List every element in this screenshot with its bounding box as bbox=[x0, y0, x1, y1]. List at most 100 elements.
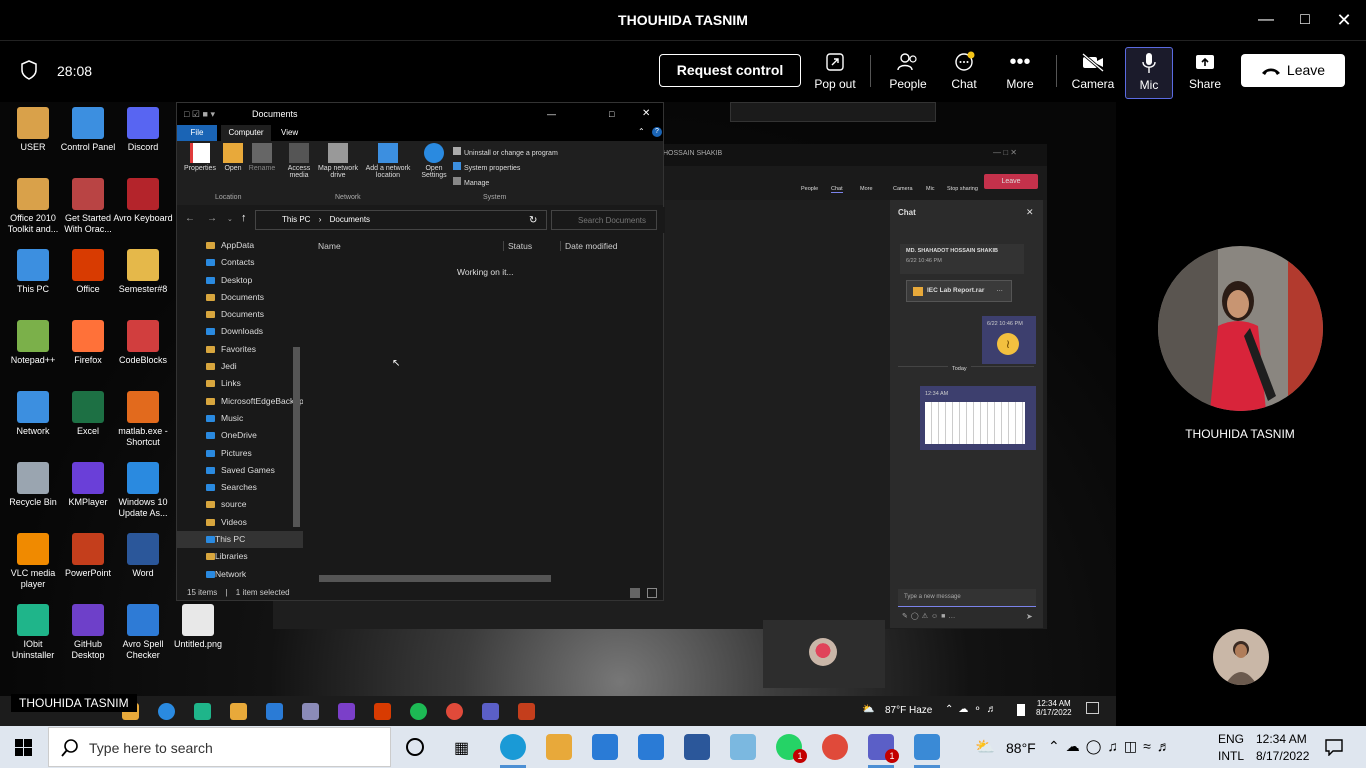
inner-more[interactable]: More bbox=[860, 186, 873, 192]
explorer-maximize-button[interactable]: □ bbox=[609, 103, 614, 125]
nav-item[interactable]: source bbox=[177, 496, 303, 513]
explorer-close-button[interactable]: ✕ bbox=[642, 103, 650, 125]
windows-start-icon[interactable] bbox=[15, 739, 32, 756]
inner-people[interactable]: People bbox=[801, 186, 818, 192]
system-tray-icons[interactable]: ⌃☁◯♫◫≈♬ bbox=[1048, 738, 1177, 755]
collapse-ribbon-icon[interactable]: ⌃ bbox=[638, 127, 645, 136]
nav-scrollbar-thumb[interactable] bbox=[293, 347, 300, 527]
file-explorer-taskbar-icon[interactable] bbox=[546, 734, 572, 760]
desktop-icon[interactable]: Get Started With Orac... bbox=[58, 178, 118, 235]
desktop-icon[interactable]: Discord bbox=[113, 107, 173, 153]
nav-item[interactable]: Saved Games bbox=[177, 462, 303, 479]
desktop-icon[interactable]: PowerPoint bbox=[58, 533, 118, 579]
language-secondary[interactable]: INTL bbox=[1218, 749, 1244, 763]
recent-dropdown-icon[interactable]: ⌄ bbox=[227, 215, 233, 223]
desktop-icon[interactable]: Windows 10 Update As... bbox=[113, 462, 173, 519]
camera-button[interactable]: Camera bbox=[1065, 47, 1121, 99]
nav-item[interactable]: Network bbox=[177, 566, 303, 583]
nav-item[interactable]: Jedi bbox=[177, 358, 303, 375]
close-button[interactable]: ✕ bbox=[1332, 8, 1356, 32]
nav-item[interactable]: Documents bbox=[177, 289, 303, 306]
file-more-icon[interactable]: … bbox=[997, 286, 1004, 293]
pop-out-button[interactable]: Pop out bbox=[807, 47, 863, 99]
desktop-icon[interactable]: Office 2010 Toolkit and... bbox=[3, 178, 63, 235]
horizontal-scrollbar-thumb[interactable] bbox=[319, 575, 551, 582]
inner-powerpoint-icon[interactable] bbox=[518, 703, 535, 720]
clock-time[interactable]: 12:34 AM bbox=[1256, 732, 1307, 746]
inner-spotify-icon[interactable] bbox=[410, 703, 427, 720]
inner-leave-button[interactable]: Leave bbox=[984, 174, 1038, 189]
details-view-icon[interactable] bbox=[630, 588, 640, 598]
maximize-button[interactable]: □ bbox=[1293, 8, 1317, 32]
inner-visual-studio-icon[interactable] bbox=[338, 703, 355, 720]
add-network-location-button[interactable]: Add a network location bbox=[361, 143, 415, 179]
leave-button[interactable]: Leave bbox=[1241, 54, 1345, 87]
more-button[interactable]: ••• More bbox=[992, 47, 1048, 99]
properties-button[interactable]: Properties bbox=[181, 143, 219, 172]
inner-mail-icon[interactable] bbox=[266, 703, 283, 720]
nav-item[interactable]: Videos bbox=[177, 514, 303, 531]
refresh-icon[interactable]: ↻ bbox=[529, 215, 537, 226]
tab-file[interactable]: File bbox=[177, 125, 217, 141]
nav-item[interactable]: This PC bbox=[177, 531, 303, 549]
inner-mic[interactable]: Mic bbox=[926, 186, 935, 192]
desktop-icon[interactable]: Avro Keyboard bbox=[113, 178, 173, 224]
desktop-icon[interactable]: Untitled.png bbox=[168, 604, 228, 650]
tab-computer[interactable]: Computer bbox=[221, 125, 271, 141]
mic-button[interactable]: Mic bbox=[1125, 47, 1173, 99]
desktop-icon[interactable]: Avro Spell Checker bbox=[113, 604, 173, 661]
inner-camera-icon[interactable] bbox=[302, 703, 319, 720]
photos-taskbar-icon[interactable] bbox=[914, 734, 940, 768]
open-settings-button[interactable]: Open Settings bbox=[419, 143, 449, 179]
desktop-icon[interactable]: Semester#8 bbox=[113, 249, 173, 295]
inner-notification-icon[interactable] bbox=[1086, 702, 1099, 714]
compose-toolbar-icons[interactable]: ✎◯⚠☺■… bbox=[902, 612, 958, 620]
inner-store-icon[interactable] bbox=[230, 703, 247, 720]
teams-taskbar-icon[interactable]: 1 bbox=[868, 734, 899, 768]
nav-item[interactable]: Contacts bbox=[177, 254, 303, 271]
task-view-icon[interactable]: ▦ bbox=[454, 738, 469, 758]
column-status[interactable]: Status bbox=[503, 241, 532, 251]
explorer-minimize-button[interactable]: — bbox=[547, 103, 556, 125]
inner-camera[interactable]: Camera bbox=[893, 186, 913, 192]
back-arrow-icon[interactable]: ← bbox=[185, 213, 195, 224]
desktop-icon[interactable]: Word bbox=[113, 533, 173, 579]
nav-item[interactable]: Desktop bbox=[177, 272, 303, 289]
address-bar[interactable]: This PC › Documents bbox=[255, 210, 547, 230]
system-properties-button[interactable]: System properties bbox=[453, 162, 520, 172]
edge-taskbar-icon[interactable] bbox=[500, 734, 526, 768]
nav-item[interactable]: OneDrive bbox=[177, 427, 303, 444]
request-control-button[interactable]: Request control bbox=[659, 54, 801, 87]
inner-stop-sharing[interactable]: Stop sharing bbox=[947, 186, 978, 192]
mail-taskbar-icon[interactable] bbox=[638, 734, 664, 760]
share-button[interactable]: Share bbox=[1177, 47, 1233, 99]
chat-file-attachment[interactable]: IEC Lab Report.rar … bbox=[906, 280, 1012, 302]
help-icon[interactable]: ? bbox=[652, 127, 662, 137]
breadcrumb-this-pc[interactable]: This PC bbox=[282, 215, 310, 224]
nav-item[interactable]: Documents bbox=[177, 306, 303, 323]
cortana-icon[interactable] bbox=[406, 738, 424, 756]
desktop-icon[interactable]: KMPlayer bbox=[58, 462, 118, 508]
desktop-icon[interactable]: Notepad++ bbox=[3, 320, 63, 366]
desktop-icon[interactable]: Excel bbox=[58, 391, 118, 437]
nav-item[interactable]: Downloads bbox=[177, 323, 303, 340]
inner-chrome-icon[interactable] bbox=[446, 703, 463, 720]
search-documents-input[interactable]: Search Documents bbox=[551, 210, 657, 230]
desktop-icon[interactable]: This PC bbox=[3, 249, 63, 295]
desktop-icon[interactable]: matlab.exe - Shortcut bbox=[113, 391, 173, 448]
uninstall-program-button[interactable]: Uninstall or change a program bbox=[453, 147, 558, 157]
desktop-icon[interactable]: GitHub Desktop bbox=[58, 604, 118, 661]
tiles-view-icon[interactable] bbox=[647, 588, 657, 598]
nav-item[interactable]: Links bbox=[177, 375, 303, 392]
inner-edge-icon[interactable] bbox=[158, 703, 175, 720]
desktop-icon[interactable]: VLC media player bbox=[3, 533, 63, 590]
taskbar-search-box[interactable]: Type here to search bbox=[48, 727, 391, 767]
inner-chat[interactable]: Chat bbox=[831, 186, 843, 193]
column-name[interactable]: Name bbox=[318, 241, 341, 251]
up-arrow-icon[interactable]: ↑ bbox=[241, 212, 247, 224]
column-date-modified[interactable]: Date modified bbox=[560, 241, 617, 251]
store-taskbar-icon[interactable] bbox=[592, 734, 618, 760]
inner-office-icon[interactable] bbox=[374, 703, 391, 720]
participant-avatar-main[interactable] bbox=[1158, 246, 1323, 411]
close-chat-icon[interactable]: ✕ bbox=[1026, 207, 1034, 218]
